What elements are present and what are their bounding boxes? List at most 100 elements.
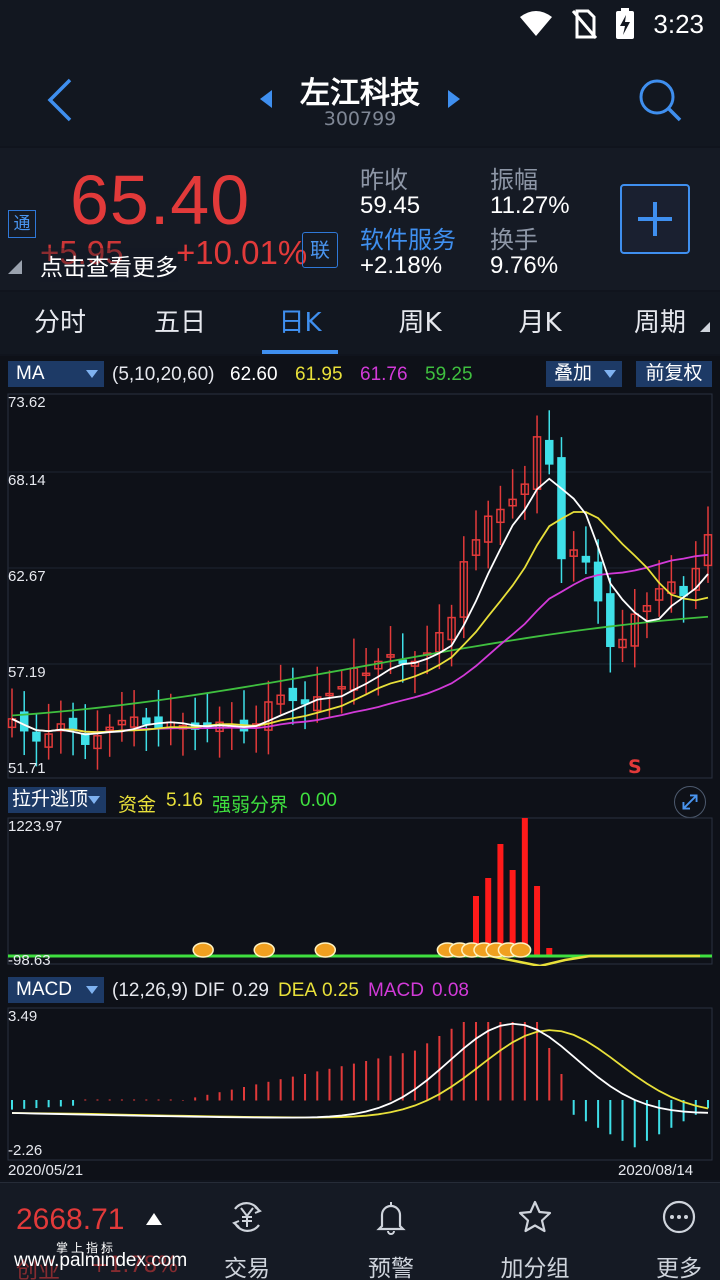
no-sim-icon: [572, 9, 598, 39]
macd-value: 0.08: [432, 980, 469, 1001]
macd-label: MACD: [368, 980, 424, 1001]
tab-weekly-k[interactable]: 周K: [360, 292, 480, 354]
dif-value: 0.29: [232, 980, 269, 1001]
status-bar: 3:23: [0, 0, 720, 52]
ma60-value: 59.25: [425, 364, 473, 385]
bound-label: 强弱分界: [212, 795, 289, 816]
watermark: www.palmindex.com: [14, 1250, 188, 1271]
period-dropdown-icon: [700, 322, 710, 332]
prev-close-value: 59.45: [360, 192, 421, 219]
tab-monthly-k[interactable]: 月K: [480, 292, 600, 354]
fund-bar: [497, 844, 504, 956]
fund-bar: [534, 886, 541, 956]
price-change-percent: +10.01%: [176, 234, 308, 271]
chart-frame: [7, 393, 713, 779]
nav-more[interactable]: 更多: [624, 1183, 720, 1280]
candlestick-chart[interactable]: [0, 390, 720, 780]
index-value: 2668.71: [16, 1203, 125, 1236]
expand-icon[interactable]: [674, 786, 706, 818]
bell-icon: [376, 1202, 406, 1235]
fund-legend: 拉升逃顶 资金 5.16 强弱分界 0.00: [0, 784, 720, 818]
tab-period[interactable]: 周期: [600, 292, 720, 354]
tab-daily-k[interactable]: 日K: [240, 292, 360, 354]
tab-intraday[interactable]: 分时: [0, 292, 120, 354]
candle-down: [288, 687, 298, 702]
ma-legend: MA (5,10,20,60) 62.60 61.95 61.76 59.25 …: [0, 358, 720, 388]
fund-y-top: 1223.97: [8, 818, 63, 835]
sector-change: +2.18%: [360, 252, 443, 279]
dea-label: DEA: [278, 980, 318, 1001]
next-stock-button[interactable]: [444, 88, 462, 110]
candle-down: [545, 439, 554, 465]
amplitude-value: 11.27%: [490, 192, 570, 219]
lian-badge[interactable]: 联: [302, 232, 338, 268]
candle-down: [593, 561, 603, 602]
start-date: 2020/05/21: [8, 1162, 84, 1179]
tap-more-link[interactable]: 点击查看更多: [40, 248, 178, 282]
fund-indicator-select[interactable]: 拉升逃顶: [8, 787, 106, 813]
macd-params: (12,26,9): [112, 980, 189, 1001]
plus-icon: [638, 202, 672, 236]
candle-down: [398, 659, 407, 664]
end-date: 2020/08/14: [618, 1162, 694, 1179]
dea-line: [11, 1029, 709, 1119]
dif-line: [11, 1022, 709, 1119]
sector-link[interactable]: 软件服务: [360, 220, 456, 255]
chevron-down-icon: [86, 370, 98, 378]
add-to-watchlist-button[interactable]: [620, 184, 690, 254]
candle-down: [679, 585, 688, 597]
chevron-down-icon: [88, 796, 100, 804]
nav-add-group[interactable]: 加分组: [480, 1183, 590, 1280]
nav-trade[interactable]: 交易: [192, 1183, 302, 1280]
chevron-down-icon: [604, 370, 616, 378]
fund-y-bottom: -98.63: [8, 952, 51, 969]
y-label: 62.67: [8, 568, 46, 585]
macd-indicator-select[interactable]: MACD: [8, 977, 104, 1003]
signal-marker: [253, 942, 275, 958]
stock-header: 左江科技 300799: [0, 52, 720, 146]
quote-panel: 通 65.40 +5.95 +10.01% 点击查看更多 联 昨收 59.45 …: [0, 148, 720, 290]
overlay-button[interactable]: 叠加: [546, 361, 622, 387]
nav-alert[interactable]: 预警: [336, 1183, 446, 1280]
stock-code: 300799: [323, 108, 397, 130]
ma-params: (5,10,20,60): [112, 364, 215, 385]
y-label: 73.62: [8, 394, 46, 411]
signal-marker: [509, 942, 532, 958]
fund-value: 5.16: [166, 790, 203, 811]
macd-legend: MACD (12,26,9) DIF 0.29 DEA 0.25 MACD 0.…: [0, 974, 720, 1004]
more-dots-icon: [662, 1200, 696, 1234]
search-icon[interactable]: [636, 76, 684, 124]
ma5-line: [11, 477, 709, 736]
prev-close-label: 昨收: [360, 166, 408, 194]
turnover-label: 换手: [490, 226, 538, 254]
ma-indicator-select[interactable]: MA: [8, 361, 104, 387]
y-label: 51.71: [8, 760, 46, 777]
last-price: 65.40: [70, 161, 251, 239]
period-tabs: 分时 五日 日K 周K 月K 周期: [0, 292, 720, 354]
chevron-down-icon: [86, 986, 98, 994]
ma10-line: [11, 511, 709, 734]
ma10-value: 61.95: [295, 364, 343, 385]
y-label: 68.14: [8, 472, 46, 489]
stock-name: 左江科技: [300, 76, 420, 111]
tong-badge[interactable]: 通: [8, 210, 36, 238]
star-icon: [518, 1200, 552, 1233]
signal-marker: [314, 942, 337, 958]
y-label: 57.19: [8, 664, 46, 681]
bound-value: 0.00: [300, 790, 337, 811]
adjust-button[interactable]: 前复权: [636, 361, 712, 387]
tab-five-day[interactable]: 五日: [120, 292, 240, 354]
fund-chart[interactable]: [0, 816, 720, 966]
ma20-value: 61.76: [360, 364, 408, 385]
yen-exchange-icon: [232, 1202, 262, 1232]
candle-down: [557, 457, 566, 560]
macd-y-top: 3.49: [8, 1008, 38, 1025]
ma60-line: [11, 615, 709, 717]
arrow-up-icon: [146, 1213, 162, 1225]
macd-chart[interactable]: [0, 1006, 720, 1162]
corner-triangle-icon: [8, 260, 22, 274]
macd-y-bottom: -2.26: [8, 1142, 43, 1159]
candle-down: [581, 555, 591, 563]
signal-marker: [192, 942, 214, 958]
candle-down: [32, 731, 41, 742]
